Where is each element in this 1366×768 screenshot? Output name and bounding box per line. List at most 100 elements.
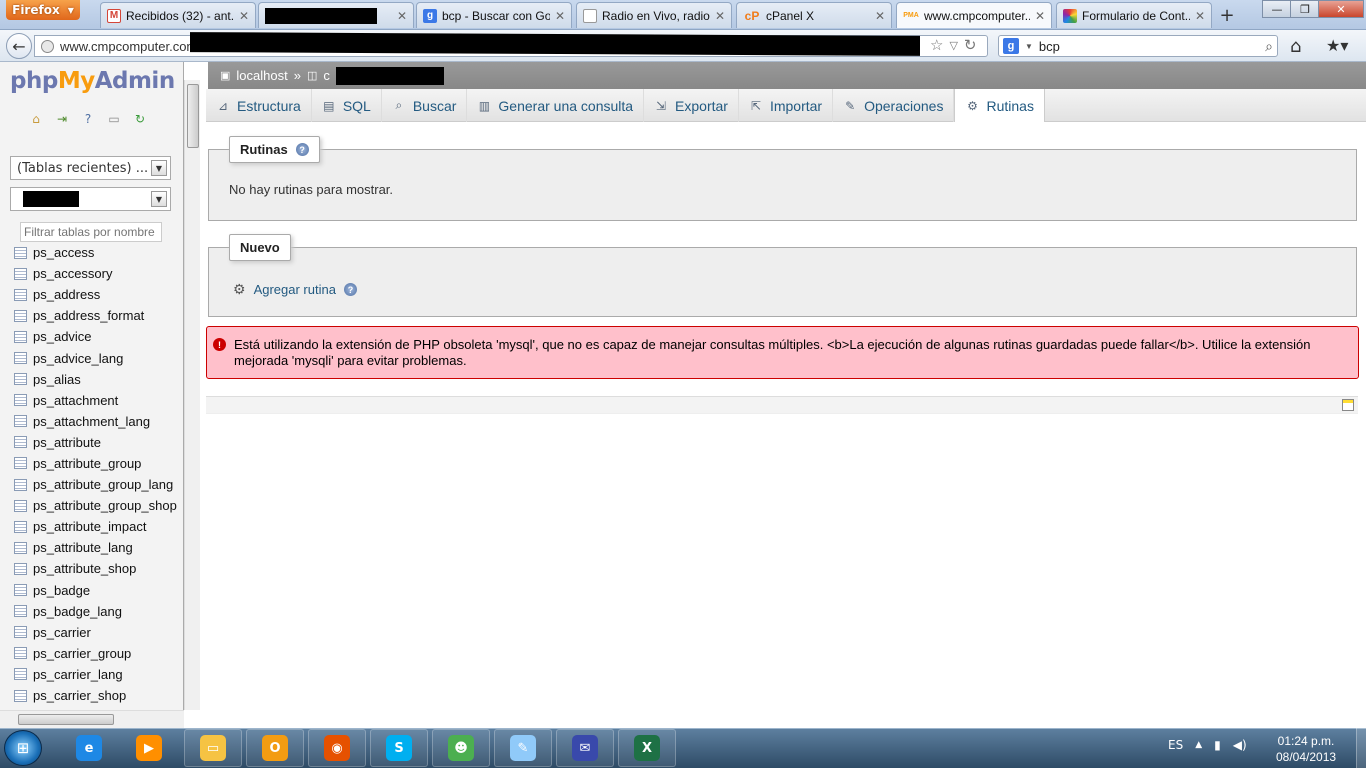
table-name[interactable]: ps_badge <box>33 583 90 598</box>
table-icon[interactable] <box>14 541 27 554</box>
table-list-item[interactable]: ps_attribute_lang <box>14 537 182 558</box>
home-icon[interactable]: ⌂ <box>28 111 44 127</box>
table-list-item[interactable]: ps_alias <box>14 369 182 390</box>
table-name[interactable]: ps_advice <box>33 329 92 344</box>
close-tab-icon[interactable]: ✕ <box>875 9 885 23</box>
tab-sql[interactable]: ▤ SQL <box>312 89 382 122</box>
language-indicator[interactable]: ES <box>1168 738 1183 752</box>
network-icon[interactable]: ▮ <box>1214 738 1221 752</box>
google-icon[interactable]: g <box>1003 38 1019 54</box>
filter-tables-input[interactable] <box>20 222 162 242</box>
table-name[interactable]: ps_attribute_group <box>33 456 141 471</box>
table-list-item[interactable]: ps_carrier <box>14 622 182 643</box>
table-name[interactable]: ps_attachment_lang <box>33 414 150 429</box>
table-icon[interactable] <box>14 352 27 365</box>
table-name[interactable]: ps_access <box>33 245 94 260</box>
start-button[interactable]: ⊞ <box>4 730 42 766</box>
table-list-item[interactable]: ps_attribute_group <box>14 453 182 474</box>
vertical-scrollbar[interactable] <box>184 80 200 710</box>
table-icon[interactable] <box>14 499 27 512</box>
table-list-item[interactable]: ps_attribute_impact <box>14 516 182 537</box>
table-icon[interactable] <box>14 647 27 660</box>
table-list-item[interactable]: ps_attachment_lang <box>14 411 182 432</box>
table-icon[interactable] <box>14 605 27 618</box>
taskbar-button[interactable]: ☻ <box>432 729 490 767</box>
close-tab-icon[interactable]: ✕ <box>715 9 725 23</box>
browser-tab[interactable]: cP cPanel X ✕ <box>736 2 892 28</box>
close-tab-icon[interactable]: ✕ <box>397 9 407 23</box>
browser-tab[interactable]: M Recibidos (32) - ant... ✕ <box>100 2 256 28</box>
table-name[interactable]: ps_advice_lang <box>33 351 123 366</box>
table-list-item[interactable]: ps_accessory <box>14 263 182 284</box>
maximize-button[interactable]: ❐ <box>1290 0 1320 18</box>
table-name[interactable]: ps_alias <box>33 372 81 387</box>
help-icon[interactable]: ? <box>295 143 309 156</box>
browser-tab[interactable]: g bcp - Buscar con Go... ✕ <box>416 2 572 28</box>
docs-icon[interactable]: ▭ <box>106 111 122 127</box>
taskbar-button[interactable]: ▶ <box>120 729 178 767</box>
tab-generar-una-consulta[interactable]: ▥ Generar una consulta <box>467 89 645 122</box>
minimize-button[interactable]: — <box>1262 0 1292 18</box>
table-icon[interactable] <box>14 436 27 449</box>
table-name[interactable]: ps_address_format <box>33 308 144 323</box>
table-icon[interactable] <box>14 584 27 597</box>
reload-icon[interactable]: ↻ <box>132 111 148 127</box>
table-name[interactable]: ps_carrier <box>33 625 91 640</box>
table-name[interactable]: ps_attribute <box>33 435 101 450</box>
scrollbar-thumb[interactable] <box>18 714 114 725</box>
table-icon[interactable] <box>14 330 27 343</box>
table-icon[interactable] <box>14 668 27 681</box>
table-list-item[interactable]: ps_advice <box>14 326 182 347</box>
table-icon[interactable] <box>14 626 27 639</box>
table-list-item[interactable]: ps_badge <box>14 580 182 601</box>
table-name[interactable]: ps_address <box>33 287 100 302</box>
tab-buscar[interactable]: ⌕ Buscar <box>382 89 468 122</box>
table-list-item[interactable]: ps_attribute_group_shop <box>14 495 182 516</box>
console-icon[interactable] <box>1342 399 1354 411</box>
table-name[interactable]: ps_attribute_shop <box>33 561 136 576</box>
table-icon[interactable] <box>14 457 27 470</box>
search-bar[interactable]: g ▼ bcp ⌕ <box>998 35 1278 57</box>
close-tab-icon[interactable]: ✕ <box>555 9 565 23</box>
taskbar-button[interactable]: ✎ <box>494 729 552 767</box>
table-icon[interactable] <box>14 415 27 428</box>
taskbar-button[interactable]: O <box>246 729 304 767</box>
help-icon[interactable]: ? <box>343 283 357 296</box>
scrollbar-thumb[interactable] <box>187 84 199 148</box>
table-name[interactable]: ps_accessory <box>33 266 112 281</box>
table-list-item[interactable]: ps_attribute_group_lang <box>14 474 182 495</box>
taskbar-button[interactable]: ▭ <box>184 729 242 767</box>
table-list-item[interactable]: ps_attachment <box>14 390 182 411</box>
browser-tab[interactable]: Formulario de Cont... ✕ <box>1056 2 1212 28</box>
table-icon[interactable] <box>14 288 27 301</box>
reload-icon[interactable]: ↻ <box>964 36 977 54</box>
recent-tables-select[interactable]: (Tablas recientes) ... ▼ <box>10 156 171 180</box>
table-icon[interactable] <box>14 689 27 702</box>
table-list-item[interactable]: ps_attribute_shop <box>14 558 182 579</box>
add-routine-link[interactable]: Agregar rutina <box>254 282 336 297</box>
close-tab-icon[interactable]: ✕ <box>1035 9 1045 23</box>
table-icon[interactable] <box>14 373 27 386</box>
table-name[interactable]: ps_carrier_shop <box>33 688 126 703</box>
table-icon[interactable] <box>14 562 27 575</box>
history-dropdown-icon[interactable]: ▽ <box>949 39 957 54</box>
table-list-item[interactable]: ps_address <box>14 284 182 305</box>
table-name[interactable]: ps_carrier_lang <box>33 667 123 682</box>
home-icon[interactable]: ⌂ <box>1290 36 1301 57</box>
tab-operaciones[interactable]: ✎ Operaciones <box>833 89 955 122</box>
search-icon[interactable]: ⌕ <box>1265 38 1273 55</box>
close-tab-icon[interactable]: ✕ <box>239 9 249 23</box>
breadcrumb-database[interactable]: c <box>323 68 330 83</box>
table-name[interactable]: ps_attribute_group_lang <box>33 477 173 492</box>
help-icon[interactable]: ? <box>80 111 96 127</box>
table-name[interactable]: ps_attribute_lang <box>33 540 133 555</box>
table-icon[interactable] <box>14 309 27 322</box>
show-hidden-icons-icon[interactable]: ▲ <box>1195 740 1202 750</box>
clock[interactable]: 01:24 p.m. 08/04/2013 <box>1276 733 1336 765</box>
tab-estructura[interactable]: ⊿ Estructura <box>206 89 312 122</box>
table-name[interactable]: ps_badge_lang <box>33 604 122 619</box>
close-tab-icon[interactable]: ✕ <box>1195 9 1205 23</box>
table-list-item[interactable]: ps_badge_lang <box>14 601 182 622</box>
tab-rutinas[interactable]: ⚙ Rutinas <box>954 89 1045 122</box>
breadcrumb-server[interactable]: localhost <box>236 68 287 83</box>
